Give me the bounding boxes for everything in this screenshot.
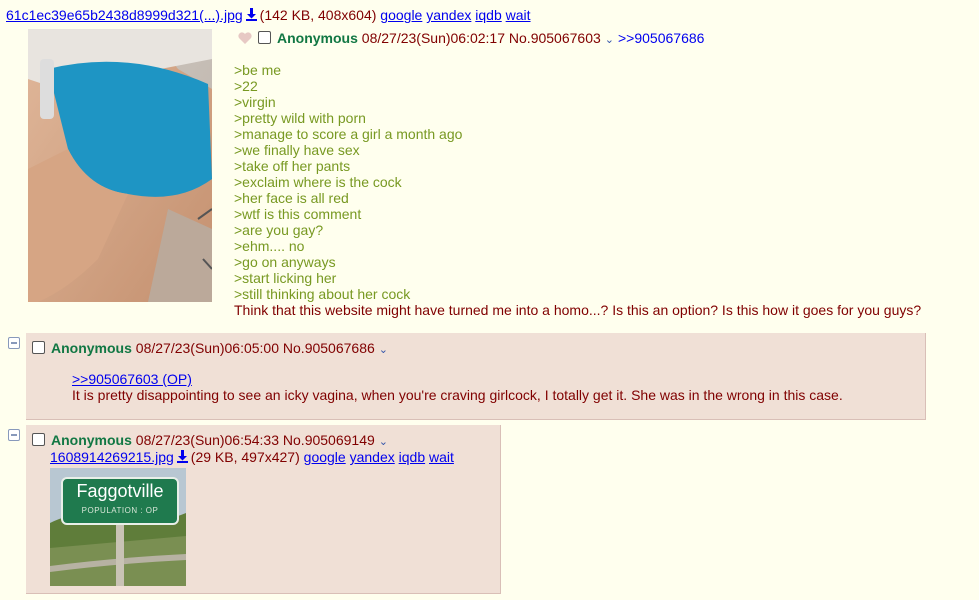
op-post-number[interactable]: No.905067603 <box>509 30 601 46</box>
search-yandex-link[interactable]: yandex <box>426 7 471 23</box>
reply1-header: Anonymous 08/27/23(Sun)06:05:00 No.90506… <box>32 340 392 356</box>
reply2-file-meta: (29 KB, 497x427) <box>190 449 300 465</box>
greentext-line: >her face is all red <box>234 190 349 206</box>
op-file-link[interactable]: 61c1ec39e65b2438d8999d321(...).jpg <box>6 7 243 23</box>
op-poster-name: Anonymous <box>277 30 358 46</box>
op-post-body: >be me >22 >virgin >pretty wild with por… <box>234 62 921 318</box>
reply2-thumbnail[interactable]: Faggotville POPULATION : OP <box>50 468 186 586</box>
greentext-line: >manage to score a girl a month ago <box>234 126 463 142</box>
greentext-line: >still thinking about her cock <box>234 286 411 302</box>
op-file-meta: (142 KB, 408x604) <box>259 7 377 23</box>
reply1-poster-name: Anonymous <box>51 340 132 356</box>
op-thumbnail[interactable] <box>28 29 212 302</box>
reply1-body: >>905067603 (OP) It is pretty disappoint… <box>72 371 843 403</box>
reply1-datetime: 08/27/23(Sun)06:05:00 <box>135 340 280 356</box>
reply1-text: It is pretty disappointing to see an ick… <box>72 387 843 403</box>
reply-post-905067686: Anonymous 08/27/23(Sun)06:05:00 No.90506… <box>26 333 926 420</box>
op-post-header: Anonymous 08/27/23(Sun)06:02:17 No.90506… <box>238 30 704 46</box>
reply2-file-link[interactable]: 1608914269215.jpg <box>50 449 174 465</box>
greentext-line: >go on anyways <box>234 254 336 270</box>
search-google-link[interactable]: google <box>304 449 346 465</box>
sign-subtitle: POPULATION : OP <box>81 506 159 515</box>
reply1-post-number[interactable]: No.905067686 <box>283 340 375 356</box>
greentext-line: >be me <box>234 62 282 78</box>
op-backlink[interactable]: >>905067686 <box>618 30 704 46</box>
sign-title: Faggotville <box>76 481 164 501</box>
greentext-line: >wtf is this comment <box>234 206 362 222</box>
download-icon[interactable] <box>176 450 189 463</box>
greentext-line: >are you gay? <box>234 222 324 238</box>
reply1-quote-link[interactable]: >>905067603 (OP) <box>72 371 843 387</box>
search-iqdb-link[interactable]: iqdb <box>475 7 501 23</box>
reply2-datetime: 08/27/23(Sun)06:54:33 <box>135 432 280 448</box>
greentext-line: >ehm.... no <box>234 238 305 254</box>
greentext-line: >exclaim where is the cock <box>234 174 402 190</box>
op-closing-line: Think that this website might have turne… <box>234 302 922 318</box>
greentext-line: >we finally have sex <box>234 142 360 158</box>
greentext-line: >virgin <box>234 94 276 110</box>
op-file-info: 61c1ec39e65b2438d8999d321(...).jpg (142 K… <box>6 7 531 23</box>
heart-icon[interactable] <box>238 32 252 44</box>
hide-post-icon[interactable] <box>8 337 20 349</box>
reply2-file-info: 1608914269215.jpg (29 KB, 497x427) google… <box>50 449 454 465</box>
search-wait-link[interactable]: wait <box>429 449 454 465</box>
greentext-line: >take off her pants <box>234 158 351 174</box>
greentext-line: >start licking her <box>234 270 337 286</box>
reply1-select-checkbox[interactable] <box>32 341 45 354</box>
op-datetime: 08/27/23(Sun)06:02:17 <box>361 30 506 46</box>
hide-post-icon[interactable] <box>8 429 20 441</box>
search-google-link[interactable]: google <box>380 7 422 23</box>
search-wait-link[interactable]: wait <box>506 7 531 23</box>
greentext-line: >pretty wild with porn <box>234 110 366 126</box>
search-yandex-link[interactable]: yandex <box>350 449 395 465</box>
reply2-header: Anonymous 08/27/23(Sun)06:54:33 No.90506… <box>32 432 392 448</box>
search-iqdb-link[interactable]: iqdb <box>399 449 425 465</box>
reply2-poster-name: Anonymous <box>51 432 132 448</box>
chevron-down-icon[interactable]: ⌄ <box>605 34 614 46</box>
reply2-select-checkbox[interactable] <box>32 433 45 446</box>
greentext-line: >22 <box>234 78 258 94</box>
download-icon[interactable] <box>245 8 258 21</box>
reply-post-905069149: Anonymous 08/27/23(Sun)06:54:33 No.90506… <box>26 425 501 594</box>
chevron-down-icon[interactable]: ⌄ <box>379 344 388 356</box>
chevron-down-icon[interactable]: ⌄ <box>379 436 388 448</box>
reply2-post-number[interactable]: No.905069149 <box>283 432 375 448</box>
op-select-checkbox[interactable] <box>258 31 271 44</box>
op-thumbnail-image <box>28 29 212 302</box>
